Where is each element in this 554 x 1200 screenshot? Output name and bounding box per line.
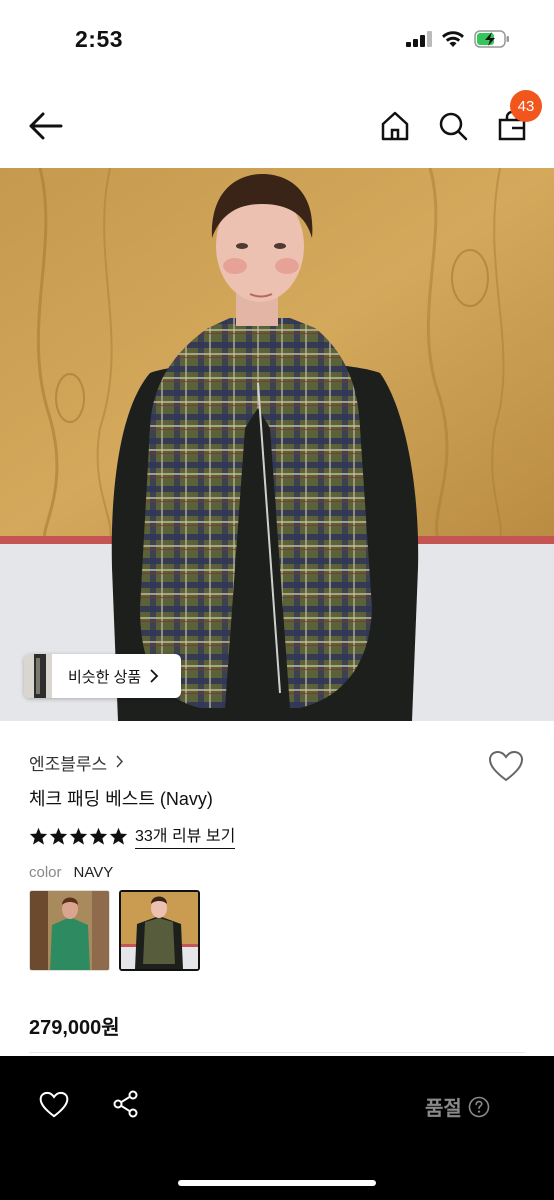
status-icons bbox=[406, 30, 510, 48]
similar-product-thumbnail bbox=[24, 654, 52, 698]
color-row: color NAVY bbox=[29, 864, 113, 881]
search-button[interactable] bbox=[433, 104, 473, 148]
status-time: 2:53 bbox=[75, 26, 124, 52]
product-title: 체크 패딩 베스트 (Navy) bbox=[29, 789, 213, 809]
color-swatch-green[interactable] bbox=[29, 890, 110, 971]
share-icon bbox=[113, 1090, 138, 1118]
search-icon bbox=[439, 112, 468, 141]
status-bar: 2:53 bbox=[0, 0, 554, 84]
brand-link[interactable]: 엔조블루스 bbox=[29, 750, 124, 775]
color-value: NAVY bbox=[73, 864, 114, 881]
back-button[interactable] bbox=[24, 104, 68, 148]
wifi-icon bbox=[442, 31, 464, 47]
color-swatch-navy[interactable] bbox=[119, 890, 200, 971]
share-button[interactable] bbox=[108, 1086, 144, 1122]
wishlist-button[interactable] bbox=[486, 748, 526, 784]
chevron-right-icon bbox=[115, 753, 124, 773]
star-icon bbox=[89, 827, 108, 845]
heart-outline-icon bbox=[39, 1091, 69, 1117]
bottom-wishlist-button[interactable] bbox=[36, 1086, 72, 1122]
home-indicator bbox=[178, 1180, 376, 1186]
top-nav-bar bbox=[0, 84, 554, 168]
bottom-action-bar: 품절 bbox=[0, 1056, 554, 1200]
star-icon bbox=[109, 827, 128, 845]
heart-outline-icon bbox=[488, 750, 524, 782]
reviews-link[interactable]: 33개 리뷰 보기 bbox=[135, 822, 236, 849]
home-icon bbox=[381, 111, 409, 141]
product-hero-image[interactable]: 비슷한 상품 bbox=[0, 168, 554, 721]
home-button[interactable] bbox=[375, 104, 415, 148]
chevron-right-icon bbox=[149, 669, 159, 683]
soldout-status: 품절 bbox=[425, 1092, 490, 1121]
rating-stars bbox=[29, 827, 128, 845]
product-price: 279,000원 bbox=[29, 1017, 120, 1039]
similar-products-button[interactable]: 비슷한 상품 bbox=[24, 654, 181, 698]
cellular-signal-icon bbox=[406, 31, 432, 47]
similar-products-label: 비슷한 상품 bbox=[68, 668, 142, 686]
soldout-label: 품절 bbox=[425, 1098, 462, 1120]
product-photo bbox=[0, 168, 554, 721]
brand-name: 엔조블루스 bbox=[29, 755, 108, 774]
star-icon bbox=[69, 827, 88, 845]
help-circle-icon[interactable] bbox=[468, 1096, 490, 1118]
battery-charging-icon bbox=[474, 30, 509, 48]
cart-count-badge: 43 bbox=[510, 90, 542, 122]
star-icon bbox=[29, 827, 48, 845]
divider bbox=[29, 1052, 525, 1053]
rating-row: 33개 리뷰 보기 bbox=[29, 822, 236, 849]
back-arrow-icon bbox=[29, 112, 63, 140]
color-label: color bbox=[29, 864, 62, 881]
star-icon bbox=[49, 827, 68, 845]
